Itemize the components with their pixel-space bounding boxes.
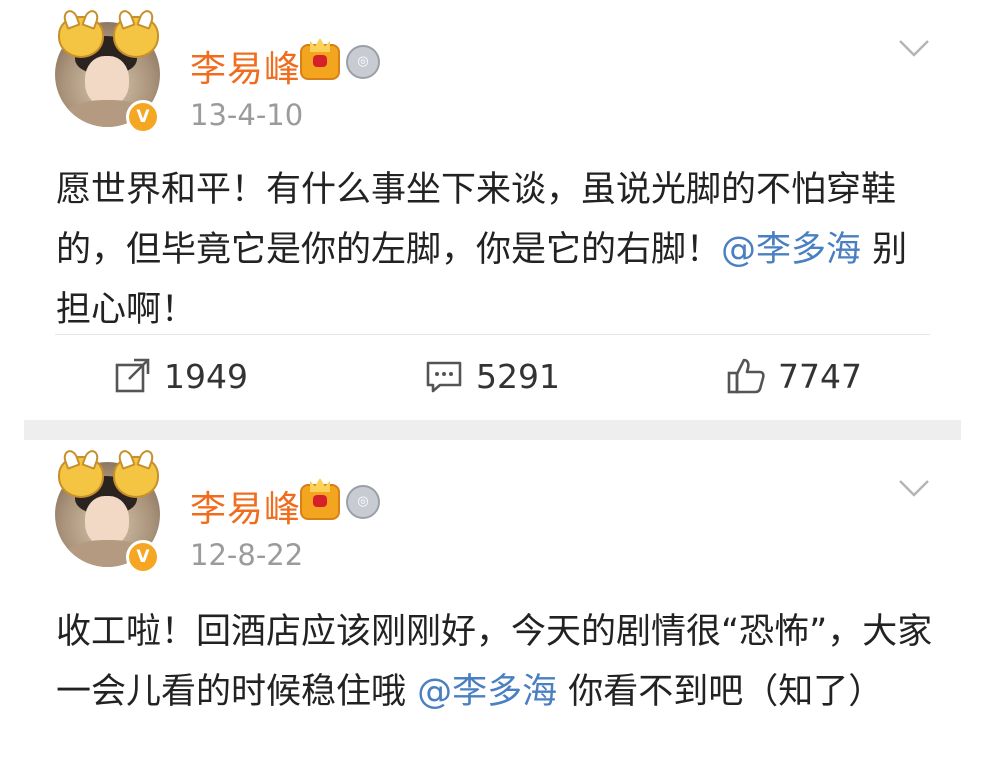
crown-icon[interactable] bbox=[300, 44, 340, 80]
repost-button[interactable]: 1949 bbox=[112, 350, 248, 402]
avatar-face bbox=[85, 56, 129, 106]
ox-decoration-icon bbox=[113, 16, 159, 58]
avatar-face bbox=[85, 496, 129, 546]
like-count: 7747 bbox=[778, 356, 862, 396]
crown-gem bbox=[313, 495, 327, 507]
verified-icon: V bbox=[126, 100, 160, 134]
crown-gem bbox=[313, 55, 327, 67]
post-body: 收工啦！回酒店应该刚刚好，今天的剧情很“恐怖”，大家一会儿看的时候稳住哦 @李多… bbox=[56, 602, 936, 722]
post-timestamp: 13-4-10 bbox=[190, 98, 304, 132]
ox-decoration-icon bbox=[58, 16, 104, 58]
feed-separator bbox=[24, 420, 961, 440]
comment-icon bbox=[426, 361, 462, 393]
action-bar: 1949 5291 7747 bbox=[0, 350, 1000, 402]
mention-link[interactable]: @李多海 bbox=[417, 672, 557, 712]
ox-decoration-icon bbox=[113, 456, 159, 498]
comment-button[interactable]: 5291 bbox=[424, 350, 560, 402]
thumbs-up-icon bbox=[727, 358, 765, 394]
post-timestamp: 12-8-22 bbox=[190, 538, 304, 572]
repost-count: 1949 bbox=[164, 356, 248, 396]
mention-link[interactable]: @李多海 bbox=[721, 230, 861, 270]
medal-icon[interactable]: ◎ bbox=[346, 485, 380, 519]
chevron-down-icon[interactable] bbox=[898, 478, 930, 498]
divider bbox=[55, 334, 930, 335]
like-button[interactable]: 7747 bbox=[726, 350, 862, 402]
medal-icon[interactable]: ◎ bbox=[346, 45, 380, 79]
username[interactable]: 李易峰 bbox=[190, 480, 301, 532]
username[interactable]: 李易峰 bbox=[190, 40, 301, 92]
verified-icon: V bbox=[126, 540, 160, 574]
post-text: 你看不到吧（知了） bbox=[557, 672, 884, 712]
weibo-post: V 李易峰 ◎ 12-8-22 收工啦！回酒店应该刚刚好，今天的剧情很“恐怖”，… bbox=[0, 440, 1000, 783]
repost-icon bbox=[115, 358, 150, 393]
chevron-down-icon[interactable] bbox=[898, 38, 930, 58]
ox-decoration-icon bbox=[58, 456, 104, 498]
post-body: 愿世界和平！有什么事坐下来谈，虽说光脚的不怕穿鞋的，但毕竟它是你的左脚，你是它的… bbox=[56, 160, 936, 340]
comment-count: 5291 bbox=[476, 356, 560, 396]
weibo-post: V 李易峰 ◎ 13-4-10 愿世界和平！有什么事坐下来谈，虽说光脚的不怕穿鞋… bbox=[0, 0, 1000, 420]
crown-icon[interactable] bbox=[300, 484, 340, 520]
